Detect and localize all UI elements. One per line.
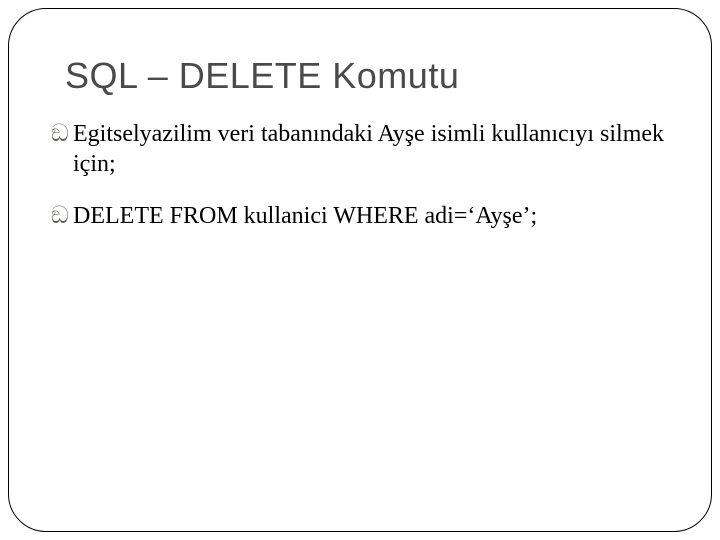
bullet-item: ඞ DELETE FROM kullanici WHERE adi=‘Ayşe’… (51, 201, 669, 231)
bullet-text: Egitselyazilim veri tabanındaki Ayşe isi… (73, 119, 669, 179)
bullet-item: ඞ Egitselyazilim veri tabanındaki Ayşe i… (51, 119, 669, 179)
slide-body: ඞ Egitselyazilim veri tabanındaki Ayşe i… (51, 119, 669, 231)
slide: SQL – DELETE Komutu ඞ Egitselyazilim ver… (0, 0, 720, 540)
bullet-glyph-icon: ඞ (51, 119, 73, 148)
bullet-glyph-icon: ඞ (51, 201, 73, 230)
slide-title: SQL – DELETE Komutu (65, 55, 673, 97)
slide-frame: SQL – DELETE Komutu ඞ Egitselyazilim ver… (8, 8, 712, 532)
bullet-text: DELETE FROM kullanici WHERE adi=‘Ayşe’; (73, 201, 669, 231)
